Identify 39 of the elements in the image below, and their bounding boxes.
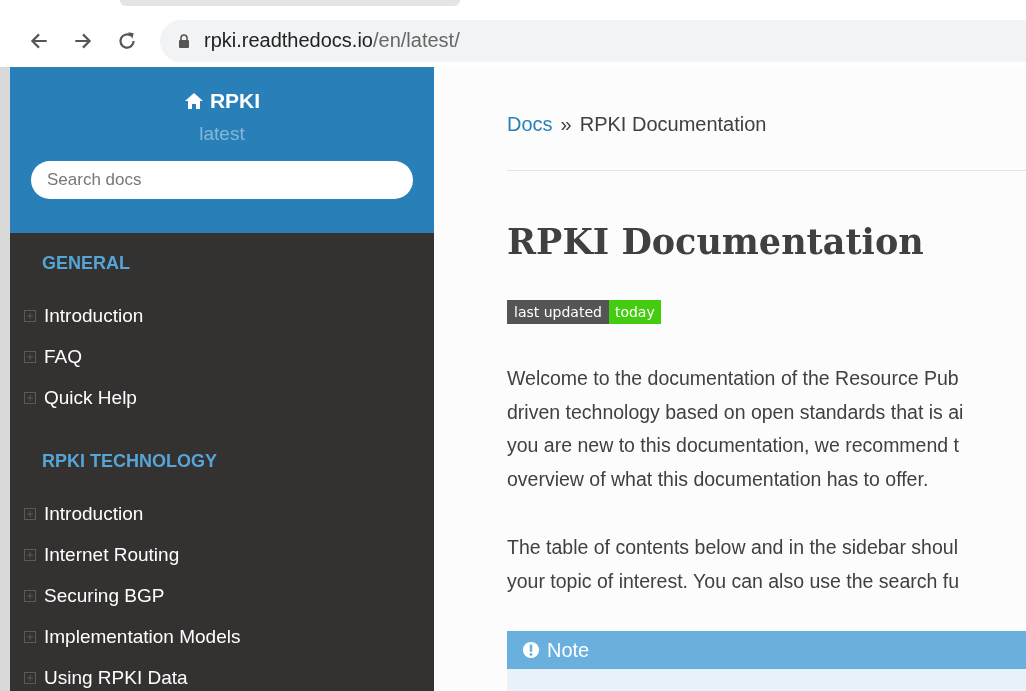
expand-icon[interactable] [24, 671, 36, 684]
paragraph-line: driven technology based on open standards that is ai [507, 399, 965, 425]
expand-icon[interactable] [24, 309, 36, 322]
breadcrumb-current: RPKI Documentation [579, 113, 767, 136]
sidebar-item[interactable]: FAQ [10, 336, 434, 377]
home-link[interactable]: RPKI [183, 89, 261, 113]
expand-icon[interactable] [24, 548, 36, 561]
expand-icon[interactable] [24, 507, 36, 520]
paragraph-line: overview of what this documentation has to offer. [507, 466, 930, 492]
paragraph-line: Welcome to the documentation of the Resource Pub [507, 366, 960, 391]
sidebar-item[interactable]: Securing BGP [10, 575, 434, 616]
expand-icon[interactable] [24, 589, 36, 602]
sidebar-item[interactable]: Internet Routing [10, 534, 434, 575]
address-bar[interactable]: rpki.readthedocs.io/en/latest/ [160, 19, 1026, 62]
expand-icon[interactable] [24, 391, 36, 404]
sidebar-item[interactable]: Introduction [10, 493, 434, 534]
badge-label: last updated [507, 300, 609, 324]
paragraph-line: your topic of interest. You can also use the search fu [507, 568, 961, 594]
home-icon [183, 92, 204, 110]
badge-value: today [608, 300, 661, 324]
note-title: Note [547, 638, 590, 662]
expand-icon[interactable] [24, 630, 36, 643]
paragraph-line: you are new to this documentation, we recommend t [507, 433, 960, 458]
sidebar-item[interactable]: Using RPKI Data [10, 657, 434, 691]
section-caption: GENERAL [41, 253, 131, 275]
paragraph-line: The table of contents below and in the sidebar shoul [507, 535, 959, 560]
sidebar-item[interactable]: Introduction [10, 295, 434, 336]
section-caption: RPKI TECHNOLOGY [41, 451, 218, 473]
search-field[interactable]: Search docs [31, 161, 413, 199]
reload-icon[interactable] [116, 29, 138, 52]
sidebar-item[interactable]: Quick Help [10, 377, 434, 418]
page-title: RPKI Documentation [507, 221, 925, 262]
version-label: latest [199, 123, 245, 145]
breadcrumb-link[interactable]: Docs [507, 113, 553, 136]
expand-icon[interactable] [24, 350, 36, 363]
exclamation-icon [522, 641, 540, 659]
lock-icon [178, 33, 190, 48]
sidebar-item[interactable]: Implementation Models [10, 616, 434, 657]
breadcrumb-separator: » [560, 113, 572, 136]
